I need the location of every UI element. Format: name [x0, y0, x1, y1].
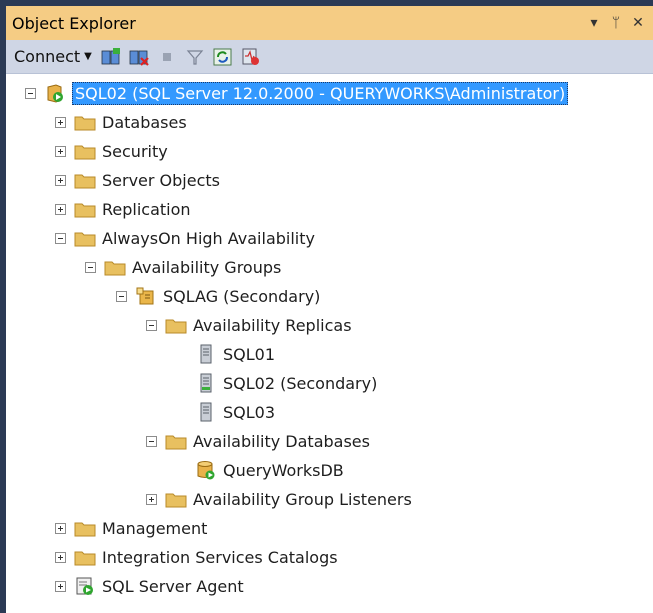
node-label: Management: [102, 518, 208, 538]
expand-icon[interactable]: [55, 145, 66, 157]
connect-button[interactable]: Connect ▼: [14, 47, 92, 66]
connect-label: Connect: [14, 47, 81, 66]
folder-icon: [74, 547, 96, 567]
folder-icon: [74, 141, 96, 161]
folder-icon: [165, 431, 187, 451]
tree-node-replica[interactable]: SQL02 (Secondary): [176, 369, 377, 397]
panel-title: Object Explorer: [12, 13, 136, 33]
tree-node-security[interactable]: Security: [55, 137, 168, 165]
folder-icon: [104, 257, 126, 277]
object-explorer-panel: Object Explorer ▾ ᛘ ✕ Connect ▼ SQL02 (S…: [6, 6, 653, 613]
collapse-icon[interactable]: [116, 290, 127, 302]
server-running-icon: [44, 83, 66, 103]
collapse-icon[interactable]: [85, 261, 96, 273]
object-explorer-tree: SQL02 (SQL Server 12.0.2000 - QUERYWORKS…: [6, 74, 653, 596]
tree-node-integration-services[interactable]: Integration Services Catalogs: [55, 543, 338, 571]
tree-node-databases[interactable]: Databases: [55, 108, 187, 136]
tree-node-server[interactable]: SQL02 (SQL Server 12.0.2000 - QUERYWORKS…: [25, 79, 569, 107]
tree-node-database[interactable]: QueryWorksDB: [176, 456, 344, 484]
collapse-icon[interactable]: [25, 87, 36, 99]
expand-icon[interactable]: [146, 493, 157, 505]
server-label: SQL02 (SQL Server 12.0.2000 - QUERYWORKS…: [72, 81, 569, 105]
tree-node-replication[interactable]: Replication: [55, 195, 191, 223]
pin-icon[interactable]: ᛘ: [607, 15, 625, 31]
node-label: Availability Replicas: [193, 315, 352, 335]
node-label: SQL03: [223, 402, 276, 422]
close-icon[interactable]: ✕: [629, 15, 647, 31]
tree-node-sql-agent[interactable]: SQL Server Agent: [55, 572, 244, 600]
stop-icon[interactable]: [156, 46, 178, 68]
tree-node-sqlag[interactable]: SQLAG (Secondary): [116, 282, 320, 310]
node-label: AlwaysOn High Availability: [102, 228, 315, 248]
node-label: Replication: [102, 199, 191, 219]
tree-node-server-objects[interactable]: Server Objects: [55, 166, 220, 194]
node-label: SQLAG (Secondary): [163, 286, 321, 306]
tree-node-replica[interactable]: SQL03: [176, 398, 275, 426]
collapse-icon[interactable]: [146, 319, 157, 331]
folder-icon: [165, 315, 187, 335]
filter-icon[interactable]: [184, 46, 206, 68]
folder-icon: [74, 112, 96, 132]
node-label: Integration Services Catalogs: [102, 547, 338, 567]
tree-node-replica[interactable]: SQL01: [176, 340, 275, 368]
sql-agent-icon: [74, 576, 96, 596]
refresh-icon[interactable]: [212, 46, 234, 68]
node-label: Availability Groups: [132, 257, 282, 277]
tree-node-alwayson[interactable]: AlwaysOn High Availability: [55, 224, 315, 252]
node-label: Availability Databases: [193, 431, 370, 451]
availability-group-icon: [135, 286, 157, 306]
replica-server-icon: [195, 373, 217, 393]
expand-icon[interactable]: [55, 522, 66, 534]
expand-icon[interactable]: [55, 116, 66, 128]
tree-node-management[interactable]: Management: [55, 514, 207, 542]
collapse-icon[interactable]: [146, 435, 157, 447]
node-label: SQL Server Agent: [102, 576, 244, 596]
collapse-icon[interactable]: [55, 232, 66, 244]
folder-icon: [74, 228, 96, 248]
expand-icon[interactable]: [55, 203, 66, 215]
chevron-down-icon: ▼: [84, 51, 92, 62]
replica-server-icon: [195, 402, 217, 422]
expand-icon[interactable]: [55, 174, 66, 186]
disconnect-icon[interactable]: [128, 46, 150, 68]
expand-icon[interactable]: [55, 551, 66, 563]
connect-object-explorer-icon[interactable]: [100, 46, 122, 68]
node-label: QueryWorksDB: [223, 460, 344, 480]
tree-node-listeners[interactable]: Availability Group Listeners: [146, 485, 412, 513]
folder-icon: [74, 199, 96, 219]
node-label: Security: [102, 141, 168, 161]
replica-server-icon: [195, 344, 217, 364]
node-label: Server Objects: [102, 170, 220, 190]
folder-icon: [165, 489, 187, 509]
activity-monitor-icon[interactable]: [240, 46, 262, 68]
toolbar: Connect ▼: [6, 40, 653, 74]
expand-icon[interactable]: [55, 580, 66, 592]
tree-node-availability-groups[interactable]: Availability Groups: [85, 253, 281, 281]
folder-icon: [74, 518, 96, 538]
folder-icon: [74, 170, 96, 190]
tree-node-availability-replicas[interactable]: Availability Replicas: [146, 311, 352, 339]
node-label: SQL01: [223, 344, 276, 364]
database-icon: [195, 460, 217, 480]
node-label: Availability Group Listeners: [193, 489, 412, 509]
window-position-dropdown-icon[interactable]: ▾: [585, 15, 603, 31]
node-label: Databases: [102, 112, 187, 132]
title-bar: Object Explorer ▾ ᛘ ✕: [6, 6, 653, 40]
node-label: SQL02 (Secondary): [223, 373, 378, 393]
tree-node-availability-databases[interactable]: Availability Databases: [146, 427, 370, 455]
